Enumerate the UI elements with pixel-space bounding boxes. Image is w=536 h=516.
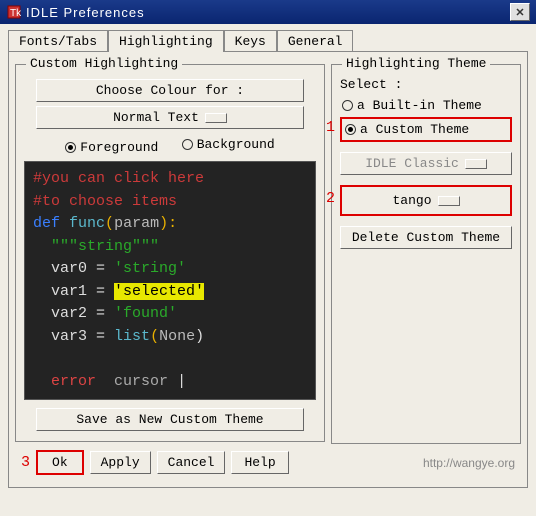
code-builtin[interactable]: list <box>114 328 150 345</box>
dialog-buttons: 3 Ok Apply Cancel Help http://wangye.org <box>15 444 521 481</box>
builtin-theme-dropdown: IDLE Classic <box>340 152 512 175</box>
code-string[interactable]: """string""" <box>51 238 159 255</box>
dropdown-indicator-icon <box>465 159 487 169</box>
radio-dot-icon <box>342 100 353 111</box>
code-var[interactable]: var1 <box>51 283 87 300</box>
svg-text:Tk: Tk <box>10 8 21 19</box>
radio-dot-icon <box>345 124 356 135</box>
annotation-1: 1 <box>326 119 335 136</box>
element-type-dropdown[interactable]: Normal Text <box>36 106 305 129</box>
dropdown-indicator-icon <box>438 196 460 206</box>
annotation-2: 2 <box>326 190 335 207</box>
code-param[interactable]: param <box>114 215 159 232</box>
code-eq: = <box>87 283 114 300</box>
choose-colour-button[interactable]: Choose Colour for : <box>36 79 305 102</box>
code-punct[interactable]: ): <box>159 215 177 232</box>
tab-bar: Fonts/Tabs Highlighting Keys General <box>0 24 536 51</box>
radio-dot-icon <box>65 142 76 153</box>
code-var[interactable]: var2 <box>51 305 87 322</box>
tab-general[interactable]: General <box>277 30 354 52</box>
titlebar: Tk IDLE Preferences ✕ <box>0 0 536 24</box>
custom-highlighting-group: Custom Highlighting Choose Colour for : … <box>15 64 325 442</box>
code-string[interactable]: 'found' <box>114 305 177 322</box>
background-radio[interactable]: Background <box>182 137 275 152</box>
element-type-label: Normal Text <box>113 110 199 125</box>
code-selected[interactable]: 'selected' <box>114 283 204 300</box>
window-title: IDLE Preferences <box>26 5 510 20</box>
save-custom-theme-button[interactable]: Save as New Custom Theme <box>36 408 305 431</box>
code-comment[interactable]: #to choose items <box>33 193 177 210</box>
code-eq: = <box>87 305 114 322</box>
code-funcname[interactable]: func <box>69 215 105 232</box>
tab-content: Custom Highlighting Choose Colour for : … <box>8 51 528 488</box>
code-comment[interactable]: #you can click here <box>33 170 204 187</box>
highlighting-theme-title: Highlighting Theme <box>342 56 490 71</box>
code-pipe: | <box>177 373 186 390</box>
code-sample[interactable]: #you can click here #to choose items def… <box>24 161 316 400</box>
foreground-radio[interactable]: Foreground <box>65 140 158 155</box>
custom-theme-dropdown[interactable]: tango <box>340 185 512 216</box>
code-error[interactable]: error <box>51 373 96 390</box>
code-keyword[interactable]: def <box>33 215 60 232</box>
app-icon: Tk <box>6 4 22 20</box>
code-eq: = <box>87 260 114 277</box>
fg-bg-radio-group: Foreground Background <box>24 137 316 155</box>
tab-keys[interactable]: Keys <box>224 30 277 52</box>
code-var[interactable]: var3 <box>51 328 87 345</box>
ok-button[interactable]: Ok <box>36 450 84 475</box>
custom-theme-radio[interactable]: a Custom Theme <box>340 117 512 142</box>
tab-fonts[interactable]: Fonts/Tabs <box>8 30 108 52</box>
builtin-theme-radio[interactable]: a Built-in Theme <box>342 98 510 113</box>
custom-highlighting-title: Custom Highlighting <box>26 56 182 71</box>
apply-button[interactable]: Apply <box>90 451 151 474</box>
dropdown-indicator-icon <box>205 113 227 123</box>
close-button[interactable]: ✕ <box>510 3 530 21</box>
delete-custom-theme-button[interactable]: Delete Custom Theme <box>340 226 512 249</box>
code-cursor[interactable]: cursor <box>114 373 168 390</box>
highlighting-theme-group: Highlighting Theme Select : a Built-in T… <box>331 64 521 444</box>
select-label: Select : <box>340 77 512 92</box>
code-punct[interactable]: ( <box>105 215 114 232</box>
code-var[interactable]: var0 <box>51 260 87 277</box>
code-none[interactable]: None <box>159 328 195 345</box>
cancel-button[interactable]: Cancel <box>157 451 226 474</box>
footer-url: http://wangye.org <box>423 456 515 470</box>
tab-highlighting[interactable]: Highlighting <box>108 30 224 52</box>
code-eq: = <box>87 328 114 345</box>
annotation-3: 3 <box>21 454 30 471</box>
radio-dot-icon <box>182 139 193 150</box>
help-button[interactable]: Help <box>231 451 288 474</box>
code-string[interactable]: 'string' <box>114 260 186 277</box>
